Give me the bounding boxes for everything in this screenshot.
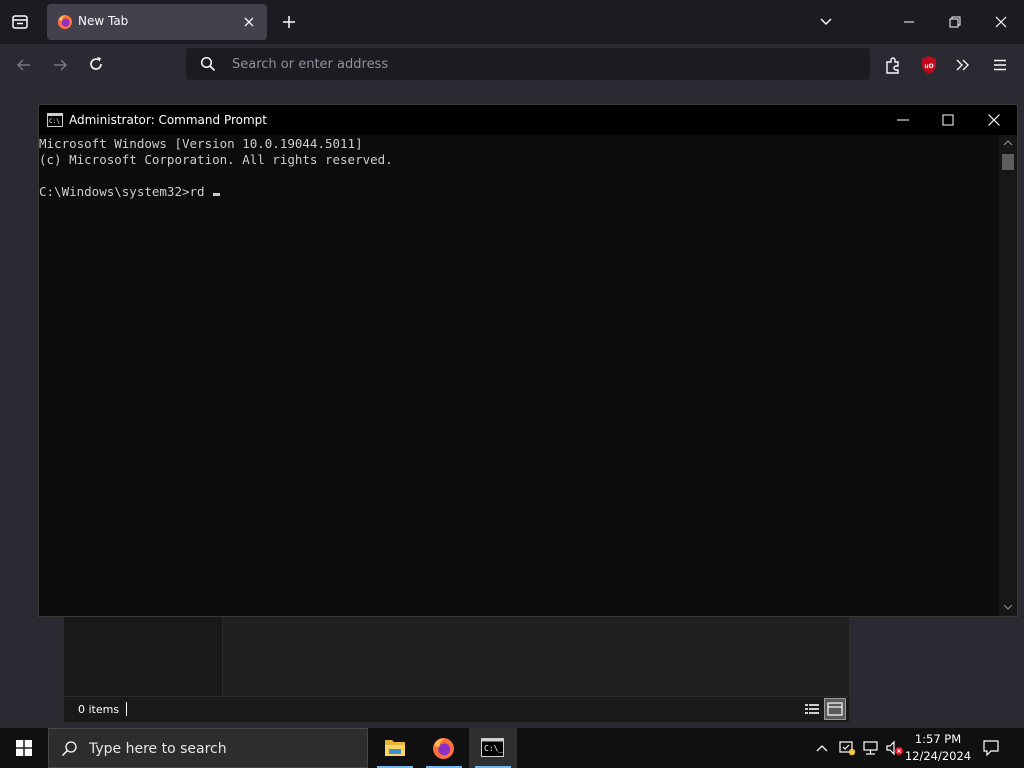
- firefox-icon: [58, 15, 72, 29]
- search-placeholder: Type here to search: [89, 741, 227, 757]
- taskbar-search-box[interactable]: Type here to search: [48, 728, 368, 768]
- terminal-command: C:\Windows\system32>rd: [39, 184, 213, 199]
- extensions-button[interactable]: [882, 54, 904, 76]
- forward-icon[interactable]: [51, 56, 69, 74]
- volume-muted-icon[interactable]: [885, 739, 905, 757]
- clock-time: 1:57 PM: [914, 732, 962, 746]
- address-input[interactable]: [232, 48, 832, 80]
- scrollbar-thumb[interactable]: [1002, 154, 1014, 170]
- terminal-prompt-line: C:\Windows\system32>rd: [39, 184, 999, 200]
- terminal-line: Microsoft Windows [Version 10.0.19044.50…: [39, 136, 363, 151]
- svg-text:C:\: C:\: [49, 118, 60, 125]
- firefox-icon: [433, 738, 454, 759]
- large-icons-view-button[interactable]: [824, 698, 846, 720]
- search-icon: [61, 741, 77, 757]
- cmd-scrollbar[interactable]: [999, 135, 1017, 616]
- notification-center-icon[interactable]: [982, 739, 1000, 757]
- terminal-line: ​: [39, 168, 999, 184]
- minimize-icon[interactable]: [902, 15, 916, 29]
- chevron-up-icon[interactable]: [815, 741, 829, 755]
- address-bar[interactable]: [186, 48, 870, 80]
- status-bar: 0 items: [64, 696, 849, 722]
- taskbar-command-prompt[interactable]: C:\_: [469, 728, 517, 768]
- navigation-pane[interactable]: [64, 614, 223, 696]
- svg-text:C:\_: C:\_: [484, 744, 503, 753]
- security-tray-icon[interactable]: [838, 739, 856, 757]
- file-explorer-window: 0 items: [63, 614, 850, 722]
- network-icon[interactable]: [862, 739, 880, 757]
- status-separator: [126, 702, 127, 716]
- details-view-button[interactable]: [802, 699, 822, 719]
- tab-title: New Tab: [78, 14, 129, 28]
- scroll-down-icon[interactable]: [1003, 603, 1013, 611]
- terminal-output[interactable]: Microsoft Windows [Version 10.0.19044.50…: [39, 136, 999, 200]
- puzzle-icon: [886, 57, 899, 74]
- cmd-app-icon: C:\_: [481, 738, 504, 757]
- search-icon: [200, 56, 216, 72]
- command-prompt-window[interactable]: C:\ Administrator: Command Prompt Micros…: [38, 104, 1018, 617]
- cmd-minimize-icon[interactable]: [896, 113, 910, 127]
- reload-icon[interactable]: [87, 55, 105, 73]
- cmd-maximize-icon[interactable]: [941, 113, 955, 127]
- cmd-title-bar[interactable]: C:\ Administrator: Command Prompt: [39, 105, 1017, 135]
- cmd-app-icon: C:\: [47, 113, 63, 127]
- folder-icon: [385, 740, 405, 756]
- clock-date: 12/24/2024: [904, 749, 972, 763]
- firefox-view-icon: [12, 15, 28, 29]
- ublock-origin-icon: uO: [922, 56, 936, 74]
- firefox-view-button[interactable]: [8, 10, 32, 34]
- cmd-close-icon[interactable]: [987, 113, 1001, 127]
- text-cursor: [213, 193, 221, 196]
- cmd-window-title: Administrator: Command Prompt: [69, 113, 267, 127]
- taskbar-file-explorer[interactable]: [371, 728, 419, 768]
- list-all-tabs-icon[interactable]: [818, 14, 834, 30]
- close-tab-icon[interactable]: [243, 16, 255, 28]
- scroll-up-icon[interactable]: [1003, 139, 1013, 147]
- tab-new-tab[interactable]: New Tab: [47, 4, 267, 40]
- file-list-pane[interactable]: [223, 614, 849, 696]
- start-button[interactable]: [0, 728, 48, 768]
- close-window-icon[interactable]: [994, 15, 1008, 29]
- overflow-menu-icon[interactable]: [954, 56, 972, 74]
- windows-taskbar: Type here to search C:\_ 1:57 PM 12/24/2…: [0, 728, 1024, 768]
- windows-logo-icon: [16, 740, 32, 756]
- large-icons-view-icon: [827, 702, 843, 716]
- details-view-icon: [805, 704, 819, 714]
- terminal-line: (c) Microsoft Corporation. All rights re…: [39, 152, 393, 167]
- hamburger-menu-icon[interactable]: [991, 56, 1009, 74]
- restore-icon[interactable]: [948, 15, 962, 29]
- browser-tabstrip: New Tab: [0, 0, 1024, 44]
- back-icon[interactable]: [15, 56, 33, 74]
- taskbar-firefox[interactable]: [420, 728, 468, 768]
- new-tab-icon[interactable]: [281, 14, 297, 30]
- items-count: 0 items: [78, 703, 120, 716]
- ublock-origin-button[interactable]: uO: [918, 54, 940, 76]
- svg-text:uO: uO: [924, 63, 933, 70]
